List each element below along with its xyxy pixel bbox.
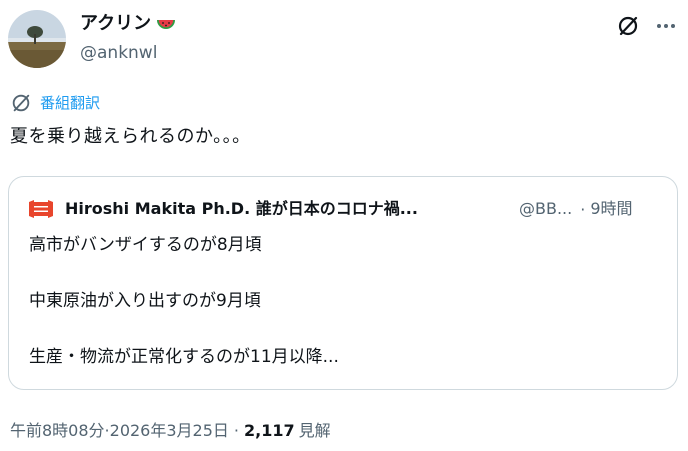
translate-label: 番組翻訳 [40,94,101,112]
quote-author-name[interactable]: Hiroshi Makita Ph.D. 誰が日本のコロナ禍... [65,198,495,220]
meta-separator: · [233,421,239,440]
quote-header: Hiroshi Makita Ph.D. 誰が日本のコロナ禍... @BB...… [27,197,667,221]
quote-author-handle[interactable]: @BB... [519,198,572,220]
more-button[interactable] [652,12,680,40]
author-handle[interactable]: @anknwl [80,42,157,64]
quote-text-line: 高市がバンザイするのが8月頃 [29,235,262,255]
watermelon-icon [157,20,176,29]
quote-text-line: 中東原油が入り出すのが9月頃 [29,291,261,311]
tweet-text: 夏を乗り越えられるのか。。。 [10,126,251,147]
tweet-date[interactable]: ·2026年3月25日 [105,420,229,442]
quote-text-line: 生産・物流が正常化するのが11月以降... [29,347,339,367]
tweet-meta: 午前8時08分 ·2026年3月25日 · 2,117 見解 [10,420,331,442]
quote-timestamp[interactable]: 9時間 [590,198,632,220]
avatar[interactable] [8,10,66,68]
quote-author-avatar[interactable] [27,197,55,221]
grok-icon [12,94,30,112]
translate-post-link[interactable]: 番組翻訳 [10,92,100,114]
views-label: 見解 [298,421,331,440]
views-count: 2,117 [244,421,295,440]
grok-icon [618,16,638,36]
more-dots-icon [657,24,675,28]
author-name-row[interactable]: アクリン [80,12,177,36]
grok-button[interactable] [614,12,642,40]
quote-tweet-card[interactable]: Hiroshi Makita Ph.D. 誰が日本のコロナ禍... @BB...… [8,176,678,390]
tweet-time[interactable]: 午前8時08分 [10,420,105,442]
author-display-name: アクリン [80,13,152,34]
quote-separator: · [580,199,586,219]
avatar-image [8,10,66,68]
